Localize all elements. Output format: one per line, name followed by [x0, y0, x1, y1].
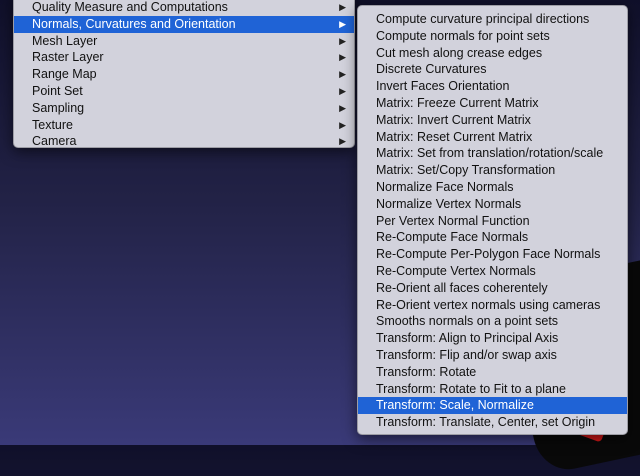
menu-item-label: Range Map: [32, 67, 97, 82]
menu-item-sampling[interactable]: Sampling ▶: [14, 100, 354, 117]
submenu-item[interactable]: Normalize Vertex Normals: [358, 196, 627, 213]
submenu-arrow-icon: ▶: [339, 69, 346, 80]
submenu-item[interactable]: Matrix: Invert Current Matrix: [358, 112, 627, 129]
menu-item-camera[interactable]: Camera ▶: [14, 133, 354, 150]
menu-item-label: Camera: [32, 134, 77, 149]
filters-category-menu: Quality Measure and Computations ▶ Norma…: [13, 0, 355, 148]
submenu-item[interactable]: Cut mesh along crease edges: [358, 45, 627, 62]
submenu-item[interactable]: Transform: Rotate to Fit to a plane: [358, 381, 627, 398]
menu-item-label: Raster Layer: [32, 50, 104, 65]
menu-item-raster-layer[interactable]: Raster Layer ▶: [14, 49, 354, 66]
submenu-arrow-icon: ▶: [339, 18, 346, 29]
submenu-item[interactable]: Transform: Translate, Center, set Origin: [358, 414, 627, 431]
submenu-arrow-icon: ▶: [339, 2, 346, 12]
menu-item-label: Sampling: [32, 100, 85, 115]
submenu-item[interactable]: Re-Orient all faces coherentely: [358, 280, 627, 297]
submenu-arrow-icon: ▶: [339, 119, 346, 130]
submenu-item[interactable]: Matrix: Reset Current Matrix: [358, 129, 627, 146]
menu-item-label: Normals, Curvatures and Orientation: [32, 16, 236, 31]
menu-item-label: Point Set: [32, 83, 83, 98]
menu-item-range-map[interactable]: Range Map ▶: [14, 66, 354, 83]
menu-item-label: Mesh Layer: [32, 33, 98, 48]
submenu-item[interactable]: Matrix: Freeze Current Matrix: [358, 95, 627, 112]
submenu-item[interactable]: Transform: Align to Principal Axis: [358, 330, 627, 347]
submenu-item[interactable]: Compute normals for point sets: [358, 28, 627, 45]
submenu-item[interactable]: Smooths normals on a point sets: [358, 313, 627, 330]
submenu-item[interactable]: Discrete Curvatures: [358, 61, 627, 78]
submenu-item[interactable]: Re-Orient vertex normals using cameras: [358, 297, 627, 314]
submenu-item[interactable]: Normalize Face Normals: [358, 179, 627, 196]
submenu-item[interactable]: Transform: Rotate: [358, 364, 627, 381]
submenu-item[interactable]: Re-Compute Face Normals: [358, 229, 627, 246]
submenu-arrow-icon: ▶: [339, 136, 346, 147]
menu-item-mesh-layer[interactable]: Mesh Layer ▶: [14, 33, 354, 50]
submenu-arrow-icon: ▶: [339, 85, 346, 96]
submenu-item[interactable]: Transform: Flip and/or swap axis: [358, 347, 627, 364]
menu-item-quality-measure[interactable]: Quality Measure and Computations ▶: [14, 0, 354, 16]
submenu-item[interactable]: Re-Compute Vertex Normals: [358, 263, 627, 280]
menu-item-texture[interactable]: Texture ▶: [14, 117, 354, 134]
submenu-item[interactable]: Matrix: Set/Copy Transformation: [358, 162, 627, 179]
menu-item-normals-curvatures-orientation[interactable]: Normals, Curvatures and Orientation ▶: [14, 15, 354, 33]
menu-item-label: Quality Measure and Computations: [32, 0, 228, 14]
submenu-arrow-icon: ▶: [339, 35, 346, 46]
submenu-arrow-icon: ▶: [339, 52, 346, 63]
menu-item-label: Texture: [32, 117, 73, 132]
submenu-item[interactable]: Matrix: Set from translation/rotation/sc…: [358, 145, 627, 162]
submenu-item[interactable]: Per Vertex Normal Function: [358, 213, 627, 230]
menu-item-point-set[interactable]: Point Set ▶: [14, 83, 354, 100]
normals-curvatures-submenu: Compute curvature principal directions C…: [357, 5, 628, 435]
submenu-arrow-icon: ▶: [339, 102, 346, 113]
submenu-item[interactable]: Invert Faces Orientation: [358, 78, 627, 95]
submenu-item[interactable]: Re-Compute Per-Polygon Face Normals: [358, 246, 627, 263]
submenu-item[interactable]: Compute curvature principal directions: [358, 11, 627, 28]
submenu-item-scale-normalize[interactable]: Transform: Scale, Normalize: [358, 397, 627, 415]
